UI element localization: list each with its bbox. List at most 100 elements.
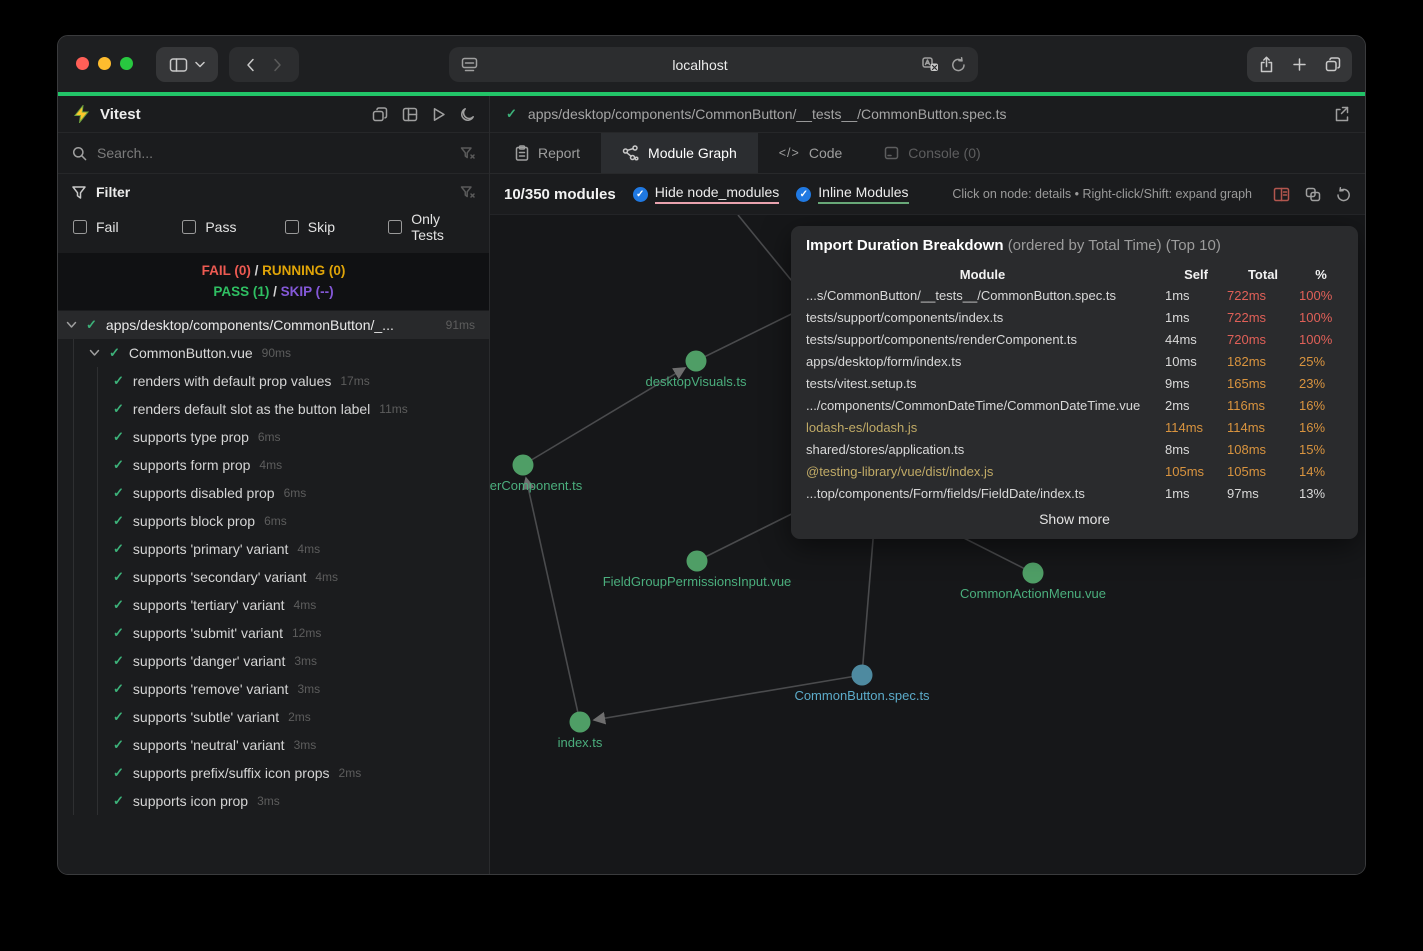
tab-module-graph[interactable]: Module Graph (601, 133, 758, 173)
filter-checkbox[interactable]: Fail (73, 211, 182, 243)
test-row[interactable]: ✓ supports 'danger' variant 3ms (58, 647, 489, 675)
new-tab-plus-icon[interactable] (1293, 58, 1306, 71)
minimize-button[interactable] (98, 57, 111, 70)
pass-check-icon: ✓ (113, 429, 124, 445)
pass-check-icon: ✓ (113, 765, 124, 781)
test-row[interactable]: ✓ supports type prop 6ms (58, 423, 489, 451)
test-row[interactable]: ✓ supports 'tertiary' variant 4ms (58, 591, 489, 619)
hide-node-modules-checkbox[interactable]: Hide node_modules (633, 184, 780, 204)
file-path: apps/desktop/components/CommonButton/__t… (528, 106, 1322, 122)
tabs-overview-icon[interactable] (1325, 57, 1341, 72)
panel-subtitle: (ordered by Total Time) (Top 10) (1008, 237, 1221, 254)
test-row[interactable]: ✓ supports icon prop 3ms (58, 787, 489, 815)
breakdown-row[interactable]: ...s/CommonButton/__tests__/CommonButton… (806, 285, 1343, 307)
graph-node-label: desktopVisuals.ts (646, 374, 747, 389)
tab-code[interactable]: </> Code (758, 133, 864, 173)
test-row[interactable]: ✓ supports prefix/suffix icon props 2ms (58, 759, 489, 787)
dark-mode-moon-icon[interactable] (460, 107, 475, 122)
checkbox-icon (388, 220, 402, 234)
test-row[interactable]: ✓ supports 'neutral' variant 3ms (58, 731, 489, 759)
graph-node[interactable] (687, 551, 708, 572)
view-tabs: Report Module Graph </> Code Console (0) (490, 133, 1365, 174)
graph-node[interactable] (570, 712, 591, 733)
sidebar-toggle-button[interactable] (156, 47, 218, 82)
collapse-panels-icon[interactable] (372, 107, 388, 122)
test-row[interactable]: ✓ supports 'submit' variant 12ms (58, 619, 489, 647)
filter-checkbox[interactable]: Skip (285, 211, 388, 243)
graph-node[interactable] (686, 351, 707, 372)
pass-check-icon: ✓ (506, 106, 517, 122)
checkbox-icon (285, 220, 299, 234)
search-input[interactable] (97, 145, 450, 161)
test-row[interactable]: ✓ supports form prop 4ms (58, 451, 489, 479)
test-row[interactable]: ✓ supports 'subtle' variant 2ms (58, 703, 489, 731)
test-suite-row[interactable]: ✓ CommonButton.vue 90ms (58, 339, 489, 367)
traffic-lights (76, 57, 133, 70)
filter-checkbox[interactable]: Pass (182, 211, 284, 243)
graph-node[interactable] (852, 665, 873, 686)
test-row[interactable]: ✓ supports 'secondary' variant 4ms (58, 563, 489, 591)
test-file-row[interactable]: ✓ apps/desktop/components/CommonButton/_… (58, 311, 489, 339)
legend-book-icon[interactable] (1273, 187, 1290, 202)
panels-icon[interactable] (1305, 187, 1321, 202)
vitest-sidebar: Vitest Filter (58, 96, 490, 874)
browser-window: localhost Vitest (57, 35, 1366, 875)
pass-check-icon: ✓ (113, 625, 124, 641)
dashboard-icon[interactable] (402, 107, 418, 122)
breakdown-rows: ...s/CommonButton/__tests__/CommonButton… (806, 285, 1343, 505)
clear-search-filter-icon[interactable] (460, 147, 475, 160)
graph-edge (862, 515, 875, 675)
test-row[interactable]: ✓ supports block prop 6ms (58, 507, 489, 535)
test-row[interactable]: ✓ renders with default prop values 17ms (58, 367, 489, 395)
breakdown-row[interactable]: apps/desktop/form/index.ts 10ms 182ms 25… (806, 351, 1343, 373)
translate-button[interactable] (922, 57, 939, 72)
graph-node-label: CommonActionMenu.vue (960, 586, 1106, 601)
graph-node[interactable] (513, 455, 534, 476)
test-row[interactable]: ✓ supports disabled prop 6ms (58, 479, 489, 507)
breakdown-row[interactable]: .../components/CommonDateTime/CommonDate… (806, 395, 1343, 417)
browser-chrome: localhost (58, 36, 1365, 92)
clear-filters-icon[interactable] (460, 186, 475, 199)
share-icon[interactable] (1259, 56, 1274, 73)
breakdown-row[interactable]: tests/support/components/renderComponent… (806, 329, 1343, 351)
test-row[interactable]: ✓ supports 'remove' variant 3ms (58, 675, 489, 703)
module-graph-icon (622, 145, 639, 161)
tab-report[interactable]: Report (494, 133, 601, 173)
page-settings-icon[interactable] (461, 57, 478, 72)
run-all-play-icon[interactable] (432, 107, 446, 122)
search-icon (72, 146, 87, 161)
checkbox-icon (182, 220, 196, 234)
breakdown-row[interactable]: lodash-es/lodash.js 114ms 114ms 16% (806, 417, 1343, 439)
inline-modules-checkbox[interactable]: Inline Modules (796, 184, 908, 204)
breakdown-row[interactable]: tests/support/components/index.ts 1ms 72… (806, 307, 1343, 329)
address-bar[interactable]: localhost (449, 47, 978, 82)
reset-graph-icon[interactable] (1336, 187, 1351, 202)
pass-check-icon: ✓ (113, 569, 124, 585)
tree-guide-line (97, 367, 98, 815)
tab-console[interactable]: Console (0) (863, 133, 1001, 173)
breakdown-row[interactable]: @testing-library/vue/dist/index.js 105ms… (806, 461, 1343, 483)
reload-button[interactable] (951, 57, 966, 72)
graph-hint: Click on node: details • Right-click/Shi… (952, 187, 1252, 201)
open-external-icon[interactable] (1333, 106, 1349, 122)
breakdown-row[interactable]: tests/vitest.setup.ts 9ms 165ms 23% (806, 373, 1343, 395)
forward-button[interactable] (273, 58, 282, 72)
breakdown-row[interactable]: ...top/components/Form/fields/FieldDate/… (806, 483, 1343, 505)
app-title: Vitest (100, 106, 141, 123)
fail-count: FAIL (0) (202, 263, 251, 278)
modules-count: 10/350 modules (504, 186, 616, 203)
test-row[interactable]: ✓ renders default slot as the button lab… (58, 395, 489, 423)
show-more-button[interactable]: Show more (806, 511, 1343, 527)
filter-checkbox[interactable]: Only Tests (388, 211, 475, 243)
back-button[interactable] (246, 58, 255, 72)
graph-node[interactable] (1023, 563, 1044, 584)
main-panel: ✓ apps/desktop/components/CommonButton/_… (490, 96, 1365, 874)
close-button[interactable] (76, 57, 89, 70)
nav-buttons (229, 47, 299, 82)
zoom-button[interactable] (120, 57, 133, 70)
breakdown-row[interactable]: shared/stores/application.ts 8ms 108ms 1… (806, 439, 1343, 461)
test-row[interactable]: ✓ supports 'primary' variant 4ms (58, 535, 489, 563)
translate-icon (922, 57, 939, 72)
module-graph-canvas[interactable]: desktopVisuals.tsrenderComponent.tsField… (490, 215, 1365, 874)
pass-check-icon: ✓ (113, 541, 124, 557)
